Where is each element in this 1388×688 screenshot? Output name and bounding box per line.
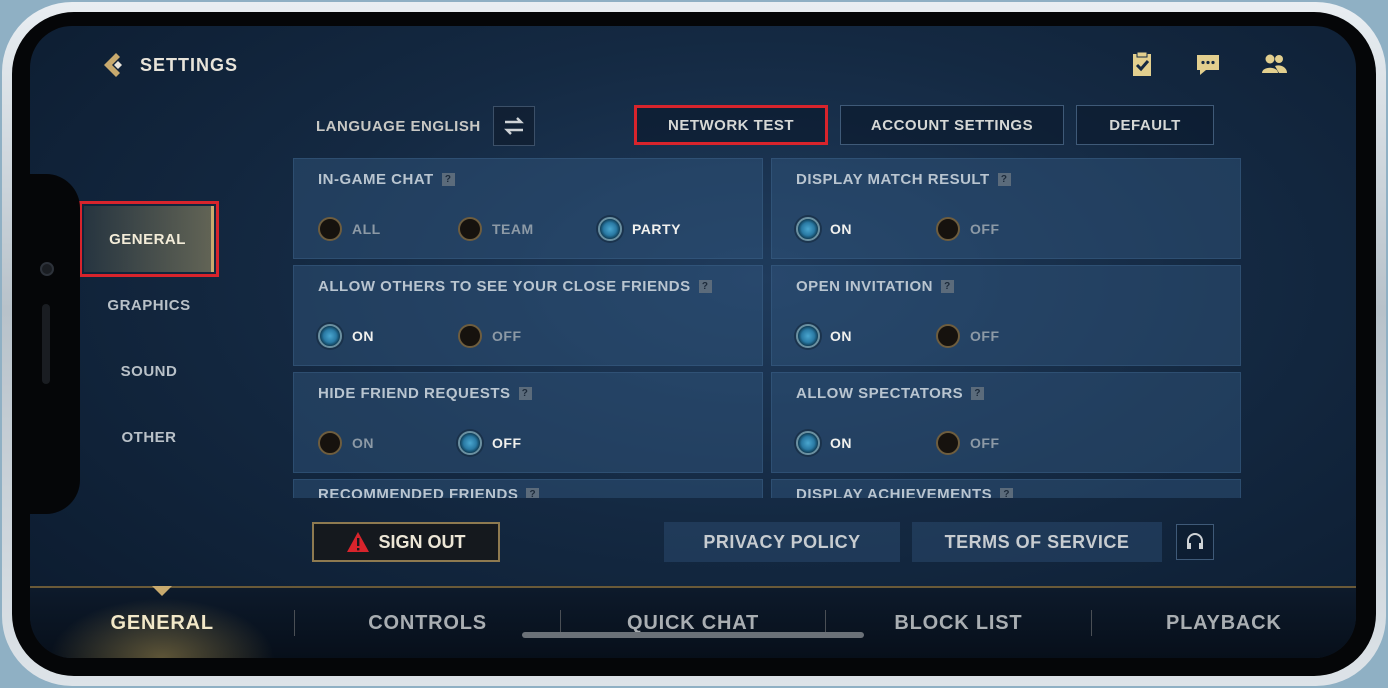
- setting-close-friends-visibility: ALLOW OTHERS TO SEE YOUR CLOSE FRIENDS ?…: [293, 265, 763, 366]
- nav-item-other[interactable]: OTHER: [84, 404, 214, 470]
- setting-title: OPEN INVITATION: [796, 278, 933, 295]
- tab-controls[interactable]: CONTROLS: [295, 588, 559, 658]
- radio-button[interactable]: [936, 324, 960, 348]
- setting-hide-friend-requests: HIDE FRIEND REQUESTS ? ON OFF: [293, 372, 763, 473]
- tab-general[interactable]: GENERAL: [30, 586, 295, 658]
- header: SETTINGS: [98, 50, 238, 80]
- radio-button[interactable]: [318, 217, 342, 241]
- radio-button[interactable]: [936, 217, 960, 241]
- help-icon[interactable]: ?: [441, 173, 455, 186]
- tab-playback[interactable]: PLAYBACK: [1092, 588, 1356, 658]
- setting-title: ALLOW SPECTATORS: [796, 385, 964, 402]
- radio-group: ON OFF: [318, 431, 598, 455]
- radio-option-all[interactable]: ALL: [318, 217, 458, 241]
- radio-button[interactable]: [458, 324, 482, 348]
- setting-title: ALLOW OTHERS TO SEE YOUR CLOSE FRIENDS: [318, 278, 691, 295]
- nav-item-general[interactable]: GENERAL: [79, 201, 219, 277]
- help-icon[interactable]: ?: [971, 387, 985, 400]
- help-icon[interactable]: ?: [698, 280, 712, 293]
- radio-option-party[interactable]: PARTY: [598, 217, 738, 241]
- sign-out-label: SIGN OUT: [378, 531, 466, 552]
- page-title: SETTINGS: [140, 54, 239, 75]
- setting-open-invitation: OPEN INVITATION ? ON OFF: [771, 265, 1241, 366]
- setting-title: IN-GAME CHAT: [318, 171, 434, 188]
- speaker-grille: [42, 304, 50, 384]
- radio-group: ALL TEAM PARTY: [318, 217, 738, 241]
- camera-icon: [40, 262, 54, 276]
- radio-group: ON OFF: [318, 324, 598, 348]
- radio-option-off[interactable]: OFF: [458, 324, 598, 348]
- radio-group: ON OFF: [796, 324, 1076, 348]
- help-icon[interactable]: ?: [1000, 488, 1014, 498]
- radio-option-off[interactable]: OFF: [936, 324, 1076, 348]
- active-tab-pointer-icon: [152, 586, 173, 596]
- help-icon[interactable]: ?: [997, 173, 1011, 186]
- radio-button[interactable]: [318, 431, 342, 455]
- radio-button-selected[interactable]: [796, 431, 820, 455]
- radio-button-selected[interactable]: [318, 324, 342, 348]
- radio-option-off[interactable]: OFF: [936, 431, 1076, 455]
- radio-button[interactable]: [458, 217, 482, 241]
- help-icon[interactable]: ?: [526, 488, 540, 498]
- chat-icon[interactable]: [1194, 50, 1222, 78]
- language-value: ENGLISH: [410, 117, 481, 135]
- sign-out-button[interactable]: SIGN OUT: [312, 522, 500, 562]
- help-icon[interactable]: ?: [940, 280, 954, 293]
- radio-option-on[interactable]: ON: [796, 324, 936, 348]
- radio-option-off[interactable]: OFF: [458, 431, 598, 455]
- help-icon[interactable]: ?: [518, 387, 532, 400]
- clipboard-icon[interactable]: [1128, 50, 1156, 78]
- default-button[interactable]: DEFAULT: [1076, 105, 1214, 145]
- nav-item-sound[interactable]: SOUND: [84, 338, 214, 404]
- home-indicator[interactable]: [522, 632, 864, 638]
- friends-icon[interactable]: [1260, 50, 1288, 78]
- account-settings-button[interactable]: ACCOUNT SETTINGS: [840, 105, 1064, 145]
- tab-block-list[interactable]: BLOCK LIST: [826, 588, 1090, 658]
- setting-title: RECOMMENDED FRIENDS: [318, 486, 519, 498]
- language-label: LANGUAGE ENGLISH: [316, 117, 481, 135]
- headset-icon: [1187, 533, 1203, 549]
- radio-option-on[interactable]: ON: [796, 217, 936, 241]
- terms-of-service-button[interactable]: TERMS OF SERVICE: [912, 522, 1162, 562]
- setting-display-match-result: DISPLAY MATCH RESULT ? ON OFF: [771, 158, 1241, 259]
- nav-item-graphics[interactable]: GRAPHICS: [84, 272, 214, 338]
- game-screen: SETTINGS GENERAL GRAPHICS SOUND OTHER LA…: [30, 26, 1356, 658]
- setting-allow-spectators: ALLOW SPECTATORS ? ON OFF: [771, 372, 1241, 473]
- radio-option-on[interactable]: ON: [318, 431, 458, 455]
- swap-arrows-icon: [503, 117, 524, 135]
- settings-category-nav: GENERAL GRAPHICS SOUND OTHER: [79, 201, 219, 470]
- phone-notch: [30, 174, 80, 514]
- setting-display-achievements: DISPLAY ACHIEVEMENTS ?: [771, 479, 1241, 498]
- setting-title: DISPLAY ACHIEVEMENTS: [796, 486, 993, 498]
- language-swap-button[interactable]: [492, 106, 535, 146]
- radio-button-selected[interactable]: [796, 217, 820, 241]
- bottom-tab-bar: GENERAL CONTROLS QUICK CHAT BLOCK LIST P…: [30, 586, 1356, 658]
- radio-button-selected[interactable]: [458, 431, 482, 455]
- setting-title: DISPLAY MATCH RESULT: [796, 171, 990, 188]
- support-button[interactable]: [1176, 524, 1214, 560]
- setting-recommended-friends: RECOMMENDED FRIENDS ?: [293, 479, 763, 498]
- radio-option-off[interactable]: OFF: [936, 217, 1076, 241]
- top-icon-bar: [1128, 50, 1288, 78]
- back-arrow-icon[interactable]: [98, 50, 128, 80]
- radio-option-team[interactable]: TEAM: [458, 217, 598, 241]
- language-selector: LANGUAGE ENGLISH: [316, 106, 535, 146]
- radio-option-on[interactable]: ON: [318, 324, 458, 348]
- radio-group: ON OFF: [796, 431, 1076, 455]
- radio-button[interactable]: [936, 431, 960, 455]
- privacy-policy-button[interactable]: PRIVACY POLICY: [664, 522, 900, 562]
- setting-in-game-chat: IN-GAME CHAT ? ALL TEAM PARTY: [293, 158, 763, 259]
- settings-grid: IN-GAME CHAT ? ALL TEAM PARTY DISPLAY MA…: [293, 158, 1241, 498]
- warning-icon: [347, 532, 370, 552]
- radio-button-selected[interactable]: [598, 217, 622, 241]
- network-test-button[interactable]: NETWORK TEST: [634, 105, 828, 145]
- radio-button-selected[interactable]: [796, 324, 820, 348]
- radio-group: ON OFF: [796, 217, 1076, 241]
- tab-quick-chat[interactable]: QUICK CHAT: [561, 588, 825, 658]
- setting-title: HIDE FRIEND REQUESTS: [318, 385, 511, 402]
- radio-option-on[interactable]: ON: [796, 431, 936, 455]
